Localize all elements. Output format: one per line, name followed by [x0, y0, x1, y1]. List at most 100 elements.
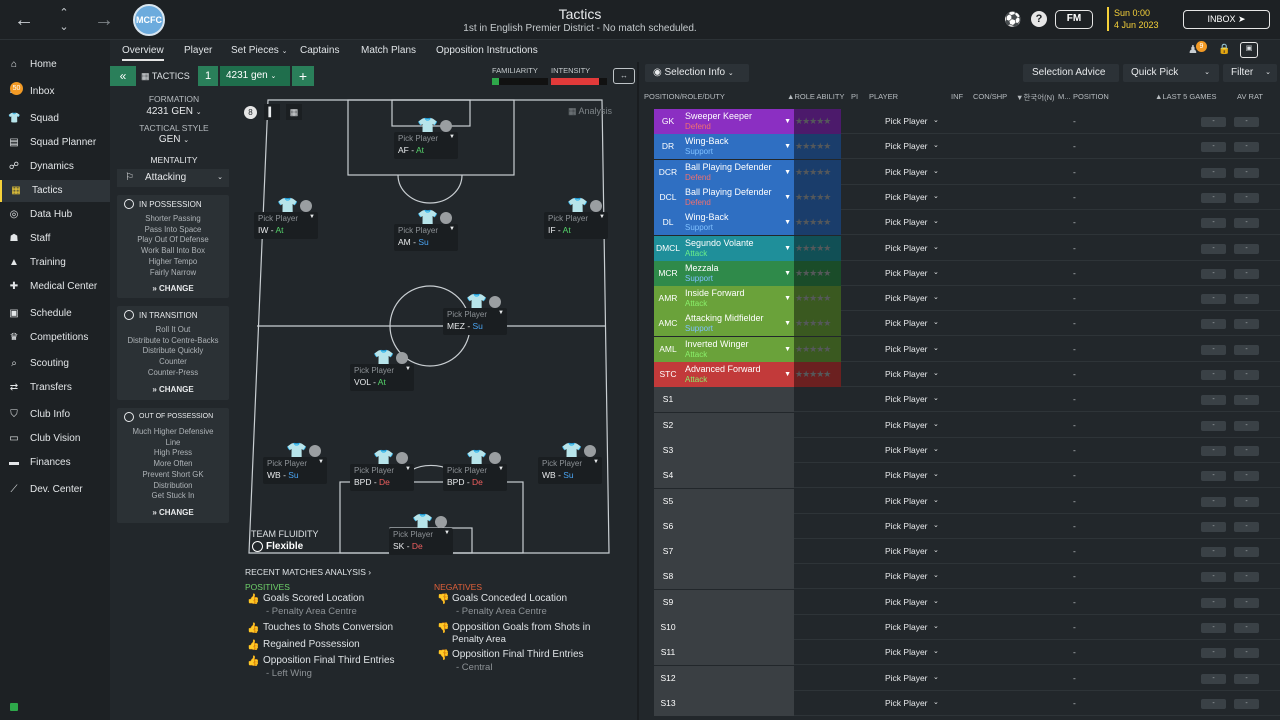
sidebar-item-schedule[interactable]: ▣ Schedule [0, 303, 110, 325]
pick-player-box[interactable]: Pick Player WB - Su ▼ [263, 457, 327, 484]
sidebar-item-data-hub[interactable]: ◎ Data Hub [0, 204, 110, 226]
sidebar-item-club-info[interactable]: ⛉ Club Info [0, 404, 110, 426]
bar-chart-icon[interactable]: ▍ [264, 104, 280, 120]
table-row[interactable]: S2 Pick Player ⌄ - - - [654, 412, 1280, 438]
familiarity-meter[interactable] [492, 78, 548, 85]
up-down-arrows-icon[interactable]: ⌃ ⌄ [50, 6, 78, 34]
info-icon[interactable]: 8 [244, 106, 257, 119]
pick-player-box[interactable]: Pick Player IF - At ▼ [544, 212, 608, 239]
forward-arrow-icon[interactable]: → [90, 6, 118, 34]
sidebar-item-tactics[interactable]: ▦ Tactics [0, 180, 110, 202]
pick-player-box[interactable]: Pick Player SK - De ▼ [389, 528, 453, 555]
in-transition-change-button[interactable]: » CHANGE [117, 385, 229, 394]
sidebar-item-inbox[interactable]: ✉Inbox50 [0, 81, 110, 103]
in-possession-change-button[interactable]: » CHANGE [117, 284, 229, 293]
pitch-position-sk[interactable]: 👕 Pick Player SK - De ▼ [389, 514, 453, 555]
pick-player-box[interactable]: Pick Player MEZ - Su ▼ [443, 308, 507, 335]
table-row[interactable]: GK Sweeper Keeper Defend ▼ ★★★★★ Pick Player ⌄… [654, 109, 1280, 134]
table-row[interactable]: AML Inverted Winger Attack ▼ ★★★★★ Pick Playe… [654, 336, 1280, 362]
pick-player-select[interactable]: Pick Player [885, 318, 928, 328]
sidebar-item-home[interactable]: ⌂ Home [0, 54, 110, 76]
date-display[interactable]: Sun 0:00 4 Jun 2023 [1107, 7, 1159, 31]
role-duty-select[interactable]: Inverted Winger Attack ▼ [682, 336, 794, 362]
table-row[interactable]: S7 Pick Player ⌄ - - - [654, 539, 1280, 565]
table-row[interactable]: S8 Pick Player ⌄ - - - [654, 564, 1280, 590]
table-row[interactable]: STC Advanced Forward Attack ▼ ★★★★★ Pick Play… [654, 362, 1280, 387]
tab-captains[interactable]: Captains [300, 45, 339, 56]
pick-player-select[interactable]: Pick Player [885, 394, 928, 404]
col-last-5-games[interactable]: ▲LAST 5 GAMES [1155, 92, 1217, 101]
pick-player-select[interactable]: Pick Player [885, 293, 928, 303]
positive-item[interactable]: Touches to Shots Conversion [263, 622, 393, 633]
pick-player-select[interactable]: Pick Player [885, 167, 928, 177]
pick-player-box[interactable]: Pick Player IW - At ▼ [254, 212, 318, 239]
col-pi[interactable]: PI [851, 92, 858, 101]
col-con-shp[interactable]: CON/SHP [973, 92, 1007, 101]
pick-player-select[interactable]: Pick Player [885, 243, 928, 253]
pitch-position-am[interactable]: 👕 Pick Player AM - Su ▼ [394, 210, 458, 251]
negative-item[interactable]: Opposition Final Third Entries [452, 649, 584, 660]
pitch-position-if[interactable]: 👕 Pick Player IF - At ▼ [544, 198, 608, 239]
lock-icon[interactable]: 🔒 [1218, 44, 1230, 55]
negative-item[interactable]: Opposition Goals from Shots in [452, 622, 590, 633]
pitch-position-af[interactable]: 👕 Pick Player AF - At ▼ [394, 118, 458, 159]
sidebar-item-medical-center[interactable]: ✚ Medical Center [0, 276, 110, 298]
analysis-toggle[interactable]: ▦ Analysis [568, 106, 612, 117]
sidebar-item-staff[interactable]: ☗ Staff [0, 228, 110, 250]
out-of-possession-change-button[interactable]: » CHANGE [117, 508, 229, 517]
pick-player-select[interactable]: Pick Player [885, 622, 928, 632]
pick-player-select[interactable]: Pick Player [885, 445, 928, 455]
pick-player-box[interactable]: Pick Player AF - At ▼ [394, 132, 458, 159]
ball-icon[interactable]: ⚽ [1004, 11, 1021, 27]
sidebar-item-squad[interactable]: 👕 Squad [0, 108, 110, 130]
col-av-rat[interactable]: AV RAT [1237, 92, 1263, 101]
pick-player-select[interactable]: Pick Player [885, 647, 928, 657]
table-row[interactable]: S12 Pick Player ⌄ - - - [654, 665, 1280, 691]
table-row[interactable]: S3 Pick Player ⌄ - - - [654, 437, 1280, 463]
out-of-possession-box[interactable]: OUT OF POSSESSION Much Higher Defensive L… [117, 408, 229, 523]
filter-dropdown[interactable]: Filter ⌄ [1223, 64, 1277, 82]
pick-player-select[interactable]: Pick Player [885, 698, 928, 708]
status-indicator[interactable] [10, 703, 18, 711]
table-row[interactable]: DL Wing-Back Support ▼ ★★★★★ Pick Player ⌄ - - - [654, 210, 1280, 236]
tab-match-plans[interactable]: Match Plans [361, 45, 416, 56]
role-duty-select[interactable]: Wing-Back Support ▼ [682, 210, 794, 236]
table-row[interactable]: S11 Pick Player ⌄ - - - [654, 640, 1280, 666]
sidebar-item-club-vision[interactable]: ▭ Club Vision [0, 428, 110, 450]
sidebar-item-finances[interactable]: ▬ Finances [0, 452, 110, 474]
pick-player-select[interactable]: Pick Player [885, 116, 928, 126]
in-transition-box[interactable]: IN TRANSITION Roll It Out Distribute to C… [117, 306, 229, 400]
mentality-select[interactable]: ⚐ Attacking ⌄ [117, 169, 229, 187]
pitch-position-vol[interactable]: 👕 Pick Player VOL - At ▼ [350, 350, 414, 391]
pitch-position-mez[interactable]: 👕 Pick Player MEZ - Su ▼ [443, 294, 507, 335]
pick-player-select[interactable]: Pick Player [885, 268, 928, 278]
table-row[interactable]: S13 Pick Player ⌄ - - - [654, 690, 1280, 716]
sidebar-item-squad-planner[interactable]: ▤ Squad Planner [0, 132, 110, 154]
positive-item[interactable]: Regained Possession [263, 639, 360, 650]
table-row[interactable]: AMC Attacking Midfielder Support ▼ ★★★★★ Pick… [654, 311, 1280, 337]
camera-icon[interactable]: ▣ [1240, 42, 1258, 58]
col-korean[interactable]: ▼한국어(N) [1016, 92, 1055, 103]
sidebar-item-competitions[interactable]: ♛ Competitions [0, 327, 110, 349]
table-row[interactable]: MCR Mezzala Support ▼ ★★★★★ Pick Player ⌄ - - - [654, 260, 1280, 286]
table-row[interactable]: DMCL Segundo Volante Attack ▼ ★★★★★ Pick Play… [654, 235, 1280, 261]
pick-player-select[interactable]: Pick Player [885, 369, 928, 379]
role-duty-select[interactable]: Segundo Volante Attack ▼ [682, 235, 794, 261]
tab-overview[interactable]: Overview [122, 45, 164, 61]
col-position[interactable]: POSITION [1073, 92, 1109, 101]
table-row[interactable]: AMR Inside Forward Attack ▼ ★★★★★ Pick Player… [654, 286, 1280, 312]
pick-player-select[interactable]: Pick Player [885, 420, 928, 430]
table-row[interactable]: DR Wing-Back Support ▼ ★★★★★ Pick Player ⌄ - - - [654, 134, 1280, 160]
col-m[interactable]: M... [1058, 92, 1071, 101]
pick-player-select[interactable]: Pick Player [885, 470, 928, 480]
club-crest-icon[interactable]: MCFC [133, 4, 165, 36]
fm-menu-button[interactable]: FM [1055, 10, 1093, 29]
add-tactic-button[interactable]: + [292, 66, 314, 86]
collapse-panel-button[interactable]: « [110, 66, 136, 86]
pick-player-box[interactable]: Pick Player BPD - De ▼ [443, 464, 507, 491]
table-row[interactable]: S1 Pick Player ⌄ - - - [654, 387, 1280, 413]
negative-item[interactable]: Goals Conceded Location [452, 593, 567, 604]
table-row[interactable]: S9 Pick Player ⌄ - - - [654, 589, 1280, 615]
inbox-continue-button[interactable]: INBOX ➤ [1183, 10, 1270, 29]
pick-player-select[interactable]: Pick Player [885, 546, 928, 556]
